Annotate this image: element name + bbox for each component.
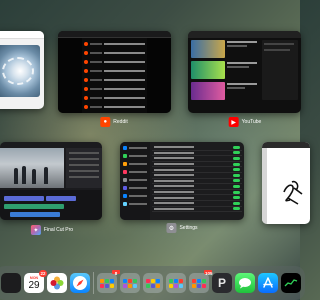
post-feed <box>84 40 145 111</box>
app-label-settings[interactable]: ⚙ Settings <box>166 223 198 233</box>
list-item <box>84 85 145 92</box>
gear-icon: ⚙ <box>166 223 177 233</box>
timeline[interactable] <box>0 190 102 220</box>
app-card-reddit[interactable] <box>58 31 171 113</box>
folder-icon[interactable]: 105 <box>189 270 213 293</box>
folder-icon[interactable] <box>120 273 140 293</box>
inspector-panel <box>66 148 102 188</box>
list-item <box>84 103 145 110</box>
list-item <box>84 40 145 47</box>
folder-icon[interactable] <box>166 273 186 293</box>
calendar-icon[interactable]: MON 29 22 <box>24 270 47 293</box>
window-toolbar <box>188 31 301 38</box>
video-thumbnail <box>191 40 225 58</box>
safari-icon[interactable] <box>70 273 90 293</box>
app-name: Reddit <box>113 119 128 125</box>
dock-separator <box>93 272 94 294</box>
window-toolbar <box>58 31 171 38</box>
video-thumbnail <box>191 82 225 100</box>
app-card-youtube[interactable] <box>188 31 301 113</box>
app-label-reddit[interactable]: ● Reddit <box>100 117 128 127</box>
stocks-icon[interactable] <box>281 273 301 293</box>
youtube-icon: ▶ <box>228 117 239 127</box>
photos-icon[interactable] <box>47 273 67 293</box>
app-card-settings[interactable] <box>120 142 244 220</box>
settings-pane <box>152 145 242 218</box>
list-item <box>84 76 145 83</box>
app-label-final-cut-pro[interactable]: ✦ Final Cut Pro <box>30 225 74 235</box>
pixelmator-icon[interactable]: P <box>212 273 232 293</box>
drawing-canvas <box>283 180 303 205</box>
dock: MON 29 22 8 105 P <box>0 266 305 300</box>
list-item <box>84 58 145 65</box>
messages-icon[interactable] <box>235 273 255 293</box>
app-label-youtube[interactable]: ▶ YouTube <box>228 117 262 127</box>
app-icon[interactable] <box>1 273 21 293</box>
list-item <box>84 94 145 101</box>
settings-sidebar <box>120 142 150 220</box>
list-item <box>84 49 145 56</box>
app-card-drawing[interactable] <box>262 142 310 224</box>
folder-icon[interactable] <box>143 273 163 293</box>
app-card-final-cut-pro[interactable] <box>0 142 102 220</box>
folder-icon[interactable]: 8 <box>97 270 120 293</box>
app-store-icon[interactable] <box>258 273 278 293</box>
photo-thumbnail <box>0 45 40 97</box>
window-toolbar <box>0 31 44 39</box>
video-thumbnail <box>191 61 225 79</box>
app-name: YouTube <box>241 119 262 125</box>
app-name: Final Cut Pro <box>43 227 74 233</box>
app-name: Settings <box>179 225 198 231</box>
final-cut-pro-icon: ✦ <box>30 225 41 235</box>
list-item <box>84 67 145 74</box>
reddit-icon: ● <box>100 117 111 127</box>
sidebar <box>147 38 171 113</box>
sidebar <box>58 38 82 113</box>
video-viewer <box>0 148 64 188</box>
video-title <box>227 41 257 43</box>
app-card-photos[interactable] <box>0 31 44 109</box>
